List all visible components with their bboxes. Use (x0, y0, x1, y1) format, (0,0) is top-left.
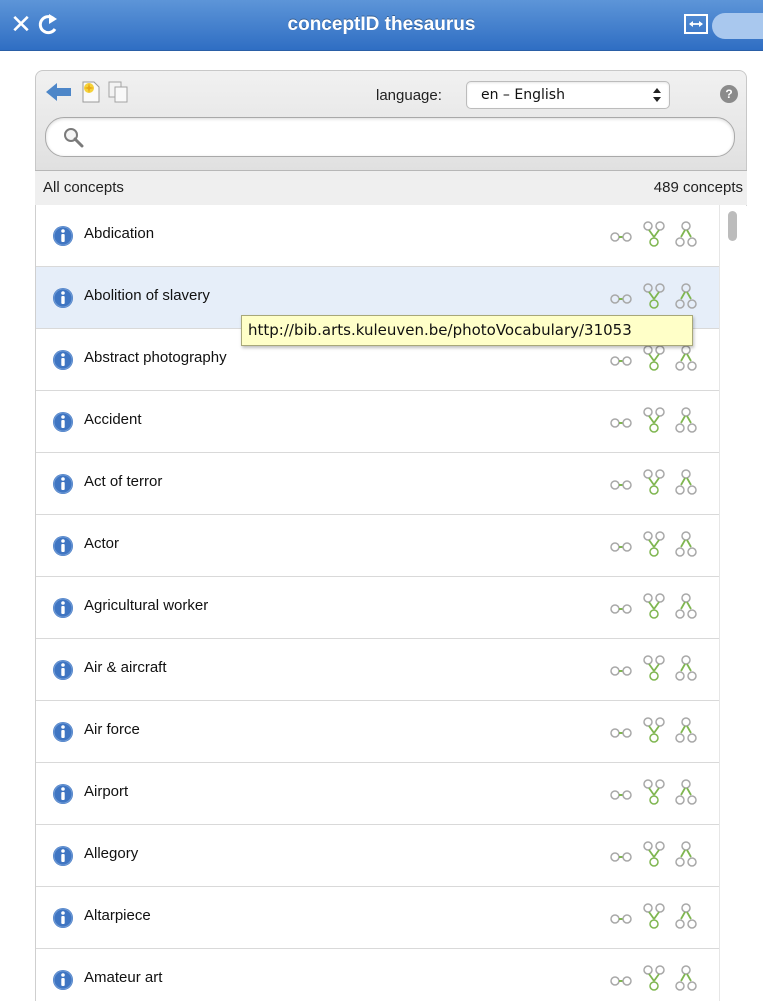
related-icon[interactable] (606, 219, 638, 251)
list-item[interactable]: Altarpiece (36, 887, 720, 949)
hierarchy-icon[interactable] (670, 963, 702, 995)
uri-tooltip: http://bib.arts.kuleuven.be/photoVocabul… (241, 315, 693, 346)
toolbar-panel: language: en – English ? (35, 70, 747, 171)
narrower-icon[interactable] (638, 343, 670, 375)
list-item[interactable]: Amateur art (36, 949, 720, 1001)
concept-label: Allegory (84, 845, 139, 862)
concept-label: Actor (84, 535, 120, 552)
info-icon[interactable] (52, 907, 74, 929)
hierarchy-icon[interactable] (670, 219, 702, 251)
search-icon (64, 128, 84, 148)
hierarchy-icon[interactable] (670, 343, 702, 375)
list-item[interactable]: Abdication (36, 205, 720, 267)
language-select[interactable]: en – English (466, 81, 670, 109)
list-item[interactable]: Act of terror (36, 453, 720, 515)
narrower-icon[interactable] (638, 901, 670, 933)
info-icon[interactable] (52, 349, 74, 371)
language-value: en – English (481, 87, 565, 103)
narrower-icon[interactable] (638, 839, 670, 871)
concept-count: 489 concepts (653, 179, 743, 196)
window-title: conceptID thesaurus (287, 14, 476, 35)
sidebar-tab[interactable] (712, 13, 763, 39)
hierarchy-icon[interactable] (670, 281, 702, 313)
new-concept-icon[interactable] (80, 79, 102, 105)
concept-label: Act of terror (84, 473, 163, 490)
list-scrollbar[interactable] (719, 205, 746, 1001)
narrower-icon[interactable] (638, 405, 670, 437)
info-icon[interactable] (52, 845, 74, 867)
related-icon[interactable] (606, 963, 638, 995)
narrower-icon[interactable] (638, 653, 670, 685)
help-icon[interactable]: ? (720, 85, 738, 103)
concept-label: Abdication (84, 225, 155, 242)
search-box[interactable] (45, 117, 735, 157)
info-icon[interactable] (52, 969, 74, 991)
related-icon[interactable] (606, 467, 638, 499)
scroll-thumb[interactable] (728, 211, 737, 241)
hierarchy-icon[interactable] (670, 653, 702, 685)
hierarchy-icon[interactable] (670, 591, 702, 623)
select-arrows-icon (653, 88, 661, 102)
concept-label: Airport (84, 783, 129, 800)
info-icon[interactable] (52, 225, 74, 247)
hierarchy-icon[interactable] (670, 777, 702, 809)
concept-label: Accident (84, 411, 142, 428)
related-icon[interactable] (606, 343, 638, 375)
list-item[interactable]: Airport (36, 763, 720, 825)
info-icon[interactable] (52, 597, 74, 619)
concept-label: Agricultural worker (84, 597, 209, 614)
search-input[interactable] (94, 123, 718, 151)
info-icon[interactable] (52, 721, 74, 743)
related-icon[interactable] (606, 529, 638, 561)
related-icon[interactable] (606, 715, 638, 747)
narrower-icon[interactable] (638, 219, 670, 251)
title-bar: ✕ conceptID thesaurus (0, 0, 763, 51)
info-icon[interactable] (52, 535, 74, 557)
concept-label: Altarpiece (84, 907, 151, 924)
narrower-icon[interactable] (638, 963, 670, 995)
info-icon[interactable] (52, 287, 74, 309)
concept-label: Air force (84, 721, 140, 738)
copy-icon[interactable] (106, 79, 130, 105)
list-item[interactable]: Actor (36, 515, 720, 577)
related-icon[interactable] (606, 653, 638, 685)
narrower-icon[interactable] (638, 777, 670, 809)
back-arrow-icon[interactable] (44, 81, 74, 103)
related-icon[interactable] (606, 777, 638, 809)
info-icon[interactable] (52, 473, 74, 495)
narrower-icon[interactable] (638, 591, 670, 623)
hierarchy-icon[interactable] (670, 529, 702, 561)
hierarchy-icon[interactable] (670, 405, 702, 437)
hierarchy-icon[interactable] (670, 715, 702, 747)
related-icon[interactable] (606, 591, 638, 623)
concept-label: Abstract photography (84, 349, 227, 366)
narrower-icon[interactable] (638, 281, 670, 313)
related-icon[interactable] (606, 281, 638, 313)
list-header: All concepts 489 concepts (35, 170, 747, 206)
narrower-icon[interactable] (638, 715, 670, 747)
narrower-icon[interactable] (638, 529, 670, 561)
hierarchy-icon[interactable] (670, 901, 702, 933)
info-icon[interactable] (52, 783, 74, 805)
concept-label: Air & aircraft (84, 659, 167, 676)
concept-label: Abolition of slavery (84, 287, 210, 304)
related-icon[interactable] (606, 839, 638, 871)
list-item[interactable]: Allegory (36, 825, 720, 887)
list-item[interactable]: Accident (36, 391, 720, 453)
list-item[interactable]: Air force (36, 701, 720, 763)
info-icon[interactable] (52, 659, 74, 681)
hierarchy-icon[interactable] (670, 467, 702, 499)
concept-label: Amateur art (84, 969, 163, 986)
expand-icon[interactable] (683, 12, 709, 36)
list-item[interactable]: Air & aircraft (36, 639, 720, 701)
narrower-icon[interactable] (638, 467, 670, 499)
list-title: All concepts (43, 179, 124, 196)
list-item[interactable]: Agricultural worker (36, 577, 720, 639)
hierarchy-icon[interactable] (670, 839, 702, 871)
info-icon[interactable] (52, 411, 74, 433)
related-icon[interactable] (606, 405, 638, 437)
language-label: language: (376, 87, 442, 104)
related-icon[interactable] (606, 901, 638, 933)
